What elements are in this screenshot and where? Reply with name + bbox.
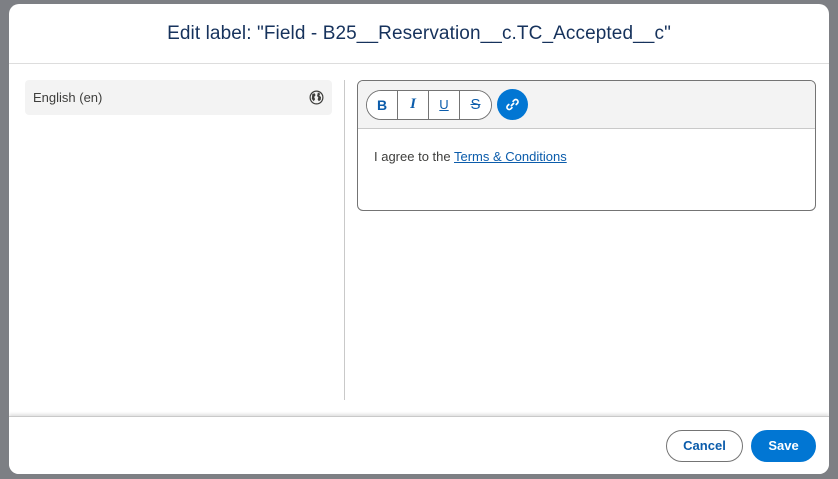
language-item-english[interactable]: English (en) <box>25 80 332 115</box>
language-list: English (en) <box>25 80 332 115</box>
pane-divider <box>344 80 345 400</box>
strikethrough-button[interactable]: S <box>460 90 491 119</box>
modal-footer: Cancel Save <box>9 416 829 474</box>
editor-toolbar: B I U S <box>358 81 815 129</box>
underline-button[interactable]: U <box>429 90 460 119</box>
italic-button[interactable]: I <box>398 90 429 119</box>
bold-icon: B <box>376 96 388 113</box>
language-label: English (en) <box>33 90 103 105</box>
edit-label-modal: Edit label: "Field - B25__Reservation__c… <box>9 4 829 474</box>
link-button[interactable] <box>497 89 528 120</box>
cancel-button[interactable]: Cancel <box>666 429 743 462</box>
save-button[interactable]: Save <box>751 429 816 462</box>
modal-header: Edit label: "Field - B25__Reservation__c… <box>9 4 829 64</box>
editor-text: I agree to the <box>374 149 454 164</box>
globe-icon <box>308 90 324 106</box>
link-icon <box>505 97 520 112</box>
underline-icon: U <box>439 97 449 112</box>
bold-button[interactable]: B <box>367 90 398 119</box>
modal-body: English (en) B I U S I agree to the Term… <box>9 65 829 416</box>
modal-title: Edit label: "Field - B25__Reservation__c… <box>167 22 671 44</box>
strikethrough-icon: S <box>470 96 481 113</box>
rich-text-editor: B I U S I agree to the Terms & Condition… <box>357 80 816 211</box>
editor-content[interactable]: I agree to the Terms & Conditions <box>358 129 815 184</box>
terms-link[interactable]: Terms & Conditions <box>454 149 567 164</box>
format-button-group: B I U S <box>366 89 492 120</box>
italic-icon: I <box>410 96 416 112</box>
